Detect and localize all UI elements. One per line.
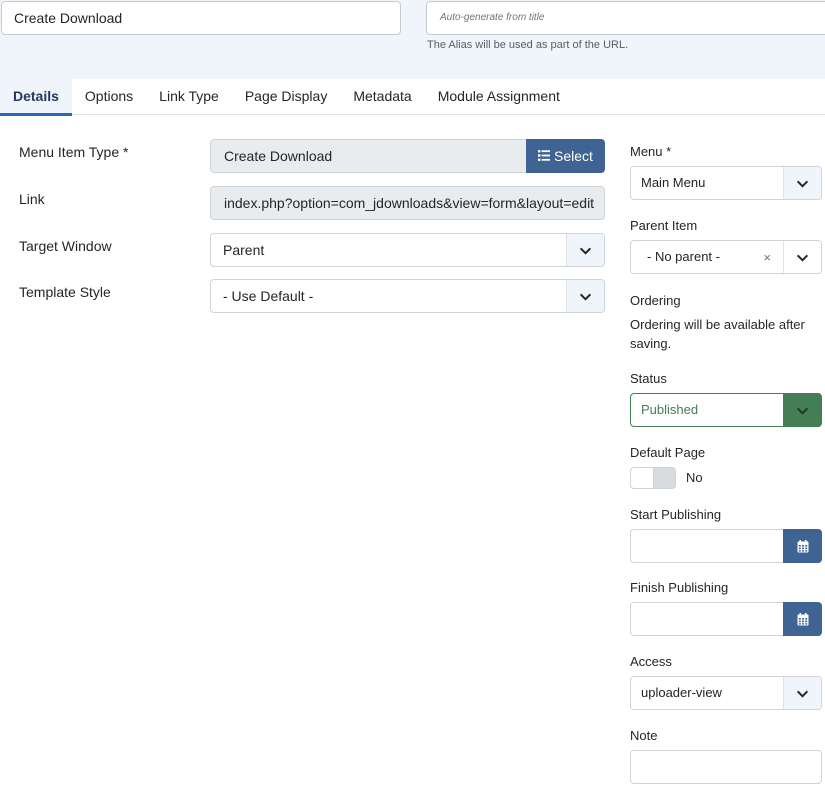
clear-icon[interactable]: × <box>763 241 771 273</box>
title-input[interactable]: Create Download <box>1 1 401 35</box>
finish-publishing-input[interactable] <box>630 602 822 636</box>
select-button-label: Select <box>554 148 593 164</box>
menu-item-type-label: Menu Item Type * <box>19 144 129 160</box>
start-publishing-label: Start Publishing <box>630 507 722 522</box>
access-value: uploader-view <box>641 685 722 700</box>
parent-item-value: - No parent - <box>647 249 720 264</box>
template-style-select[interactable]: - Use Default - <box>210 279 605 313</box>
tab-metadata[interactable]: Metadata <box>340 79 424 115</box>
note-input[interactable] <box>630 750 822 784</box>
chevron-down-icon <box>783 167 821 199</box>
chevron-down-icon <box>783 394 821 426</box>
menu-label: Menu * <box>630 144 672 159</box>
tab-module-assignment[interactable]: Module Assignment <box>425 79 573 115</box>
chevron-down-icon <box>566 234 604 266</box>
note-label: Note <box>630 728 658 743</box>
parent-item-label: Parent Item <box>630 218 698 233</box>
target-window-label: Target Window <box>19 238 112 254</box>
calendar-icon[interactable] <box>783 529 822 563</box>
status-select[interactable]: Published <box>630 393 822 427</box>
status-value: Published <box>641 402 699 417</box>
tab-page-display[interactable]: Page Display <box>232 79 341 115</box>
alias-help-text: The Alias will be used as part of the UR… <box>427 39 629 51</box>
tab-details[interactable]: Details <box>0 79 72 116</box>
start-publishing-input[interactable] <box>630 529 822 563</box>
ordering-label: Ordering <box>630 293 681 308</box>
menu-select[interactable]: Main Menu <box>630 166 822 200</box>
access-label: Access <box>630 654 672 669</box>
finish-publishing-label: Finish Publishing <box>630 580 729 595</box>
default-page-label: Default Page <box>630 445 706 460</box>
chevron-down-icon <box>783 241 821 273</box>
chevron-down-icon <box>783 677 821 709</box>
default-page-toggle[interactable] <box>630 467 676 489</box>
tab-options[interactable]: Options <box>72 79 146 115</box>
select-menu-item-type-button[interactable]: Select <box>526 139 605 173</box>
status-label: Status <box>630 371 667 386</box>
tab-bar: Details Options Link Type Page Display M… <box>0 79 825 116</box>
alias-input[interactable]: Auto-generate from title <box>426 1 825 35</box>
ordering-info-text: Ordering will be available after saving. <box>630 317 805 351</box>
access-select[interactable]: uploader-view <box>630 676 822 710</box>
list-icon <box>538 140 551 174</box>
target-window-select[interactable]: Parent <box>210 233 605 267</box>
parent-item-select[interactable]: - No parent - × <box>630 240 822 274</box>
menu-item-type-field: Create Download <box>210 139 528 173</box>
template-style-value: - Use Default - <box>223 288 314 304</box>
target-window-value: Parent <box>223 242 265 258</box>
menu-value: Main Menu <box>641 175 706 190</box>
link-field: index.php?option=com_jdownloads&view=for… <box>210 186 605 220</box>
chevron-down-icon <box>566 280 604 312</box>
default-page-value: No <box>686 470 703 485</box>
toggle-knob <box>631 468 654 488</box>
calendar-icon[interactable] <box>783 602 822 636</box>
template-style-label: Template Style <box>19 284 111 300</box>
tab-link-type[interactable]: Link Type <box>146 79 232 115</box>
link-label: Link <box>19 191 45 207</box>
